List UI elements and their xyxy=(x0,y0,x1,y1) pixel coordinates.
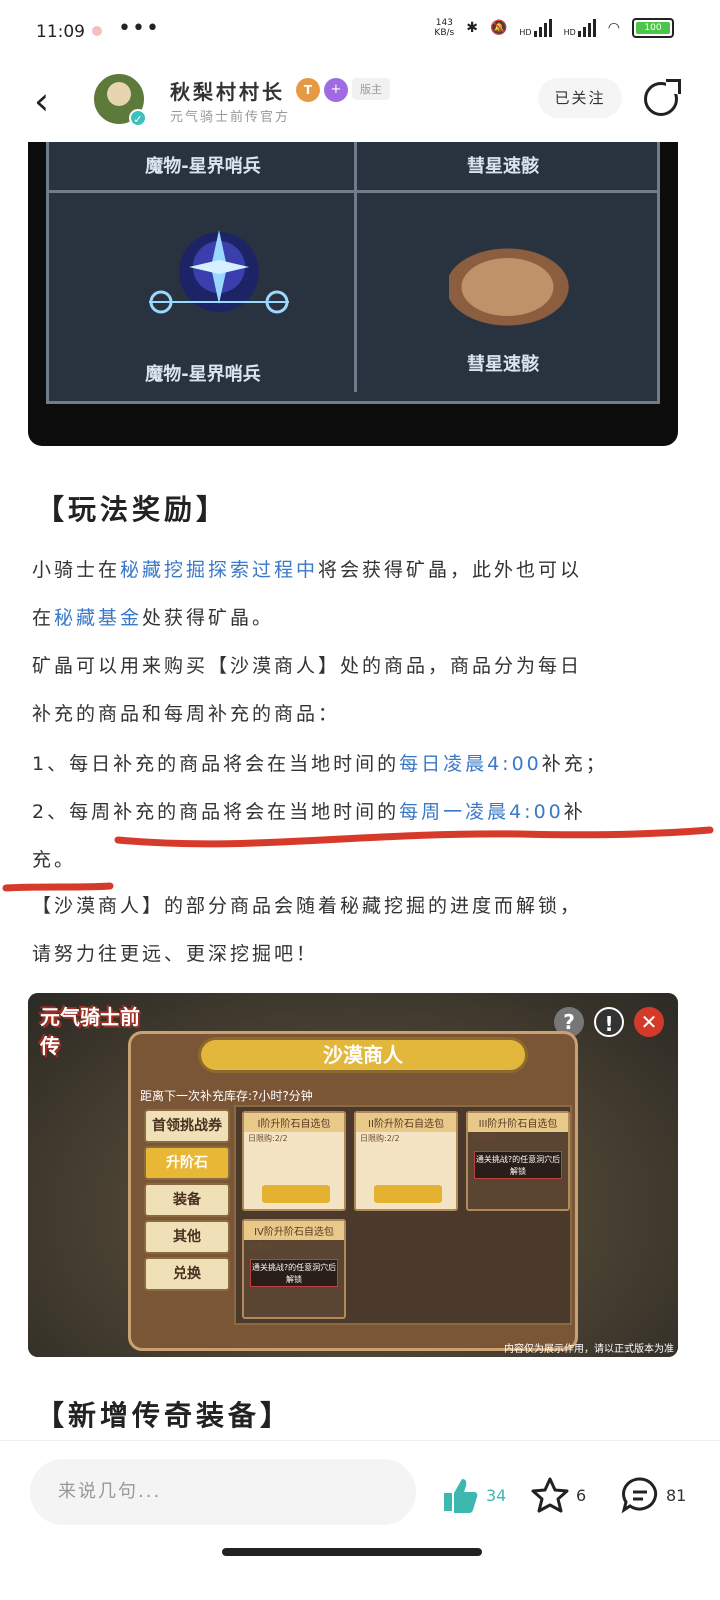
section-title: 【新增传奇装备】 xyxy=(36,1399,293,1432)
bluetooth-icon: ✱ xyxy=(466,20,478,36)
cell-caption-left: 魔物-星界哨兵 xyxy=(145,364,261,385)
shop-title: 沙漠商人 xyxy=(198,1037,528,1073)
post-header: ‹ ✓ 秋梨村村长 T + 版主 元气骑士前传官方 已关注 xyxy=(0,62,720,142)
bottom-action-bar: 来说几句... 34 6 81 xyxy=(0,1440,720,1600)
comet-rock-icon xyxy=(449,242,579,332)
buy-button xyxy=(374,1185,442,1203)
good-card: II阶升阶石自选包 日限购:2/2 xyxy=(354,1111,458,1211)
share-icon[interactable] xyxy=(644,79,681,116)
paragraph-line: 请努力往更远、更深挖掘吧！ xyxy=(32,943,319,965)
good-card-locked: III阶升阶石自选包 日限购: 通关挑战?的任意洞穴后解锁 xyxy=(466,1111,570,1211)
inline-link[interactable]: 秘藏挖掘探索过程中 xyxy=(120,559,318,581)
astral-sentinel-icon xyxy=(149,230,289,314)
good-card-locked: IV阶升阶石自选包 日限购: 通关挑战?的任意洞穴后解锁 xyxy=(242,1219,346,1319)
alert-icon: ! xyxy=(594,1007,624,1037)
cell-header-right: 彗星速骸 xyxy=(467,156,539,177)
inline-link[interactable]: 秘藏基金 xyxy=(54,607,142,629)
back-icon[interactable]: ‹ xyxy=(34,82,49,120)
tab-exchange: 兑换 xyxy=(144,1257,230,1291)
tab-equipment: 装备 xyxy=(144,1183,230,1217)
disclaimer: 内容仅为展示作用，请以正式版本为准 xyxy=(504,1344,674,1355)
goods-grid: I阶升阶石自选包 日限购:2/2 II阶升阶石自选包 日限购:2/2 III阶升阶石… xyxy=(234,1105,572,1325)
divider xyxy=(354,142,357,392)
desert-merchant-image[interactable]: 元气骑士前传 ? ! ✕ 沙漠商人 距离下一次补充库存:?小时?分钟 首领挑战券… xyxy=(28,993,678,1357)
lock-label: 通关挑战?的任意洞穴后解锁 xyxy=(474,1151,562,1179)
monster-table: 魔物-星界哨兵 彗星速骸 魔物-星界哨兵 彗星速骸 xyxy=(46,142,660,404)
cell-caption-right: 彗星速骸 xyxy=(467,354,539,375)
paragraph-line: 在秘藏基金处获得矿晶。 xyxy=(32,607,275,629)
like-button[interactable]: 34 xyxy=(440,1475,506,1515)
status-time: 11:09 xyxy=(36,22,85,42)
cell-header-left: 魔物-星界哨兵 xyxy=(145,156,261,177)
paragraph-line: 矿晶可以用来购买【沙漠商人】处的商品，商品分为每日 xyxy=(32,655,583,677)
battery-icon: 100 xyxy=(632,18,674,38)
shop-tabs: 首领挑战券 升阶石 装备 其他 兑换 xyxy=(144,1109,230,1294)
paragraph-line: 1、每日补充的商品将会在当地时间的每日凌晨4:00补充； xyxy=(32,753,608,775)
close-icon: ✕ xyxy=(634,1007,664,1037)
good-card: I阶升阶石自选包 日限购:2/2 xyxy=(242,1111,346,1211)
author-subtitle: 元气骑士前传官方 xyxy=(170,110,291,125)
more-notifications-icon: ••• xyxy=(118,16,160,41)
avatar[interactable]: ✓ xyxy=(92,72,147,127)
inline-highlight: 每日凌晨4:00 xyxy=(399,753,542,775)
author-name[interactable]: 秋梨村村长 xyxy=(170,76,285,105)
tab-upgrade-stone: 升阶石 xyxy=(144,1146,230,1180)
verified-icon: ✓ xyxy=(129,109,147,127)
divider xyxy=(49,190,659,193)
user-badge-icon: + xyxy=(324,78,348,102)
mute-icon: 🔕 xyxy=(489,20,508,36)
home-indicator[interactable] xyxy=(222,1548,482,1556)
favorite-button[interactable]: 6 xyxy=(530,1475,586,1515)
paragraph-line: 小骑士在秘藏挖掘探索过程中将会获得矿晶，此外也可以 xyxy=(32,559,583,581)
lock-label: 通关挑战?的任意洞穴后解锁 xyxy=(250,1259,338,1287)
comment-input[interactable]: 来说几句... xyxy=(30,1459,416,1525)
buy-button xyxy=(262,1185,330,1203)
follow-button[interactable]: 已关注 xyxy=(538,78,622,118)
level-badge-icon: T xyxy=(296,78,320,102)
network-speed: 143 KB/s xyxy=(434,18,455,38)
section-title: 【玩法奖励】 xyxy=(36,493,229,526)
tab-other: 其他 xyxy=(144,1220,230,1254)
star-icon xyxy=(531,1477,569,1513)
signal-icon: HD xyxy=(519,19,552,37)
moderator-badge: 版主 xyxy=(352,78,390,100)
restock-timer: 距离下一次补充库存:?小时?分钟 xyxy=(140,1089,313,1103)
thumbs-up-icon xyxy=(444,1479,478,1513)
comment-icon xyxy=(621,1477,658,1514)
paragraph-line: 【沙漠商人】的部分商品会随着秘藏挖掘的进度而解锁， xyxy=(32,895,583,917)
signal-icon-2: HD xyxy=(564,19,596,37)
notification-icon xyxy=(92,26,102,36)
wifi-icon: ◠ xyxy=(607,20,620,36)
status-bar: 11:09 ••• 143 KB/s ✱ 🔕 HD HD ◠ 100 xyxy=(0,0,720,62)
paragraph-line: 补充的商品和每周补充的商品： xyxy=(32,703,341,725)
comment-button[interactable]: 81 xyxy=(620,1475,686,1515)
monster-image[interactable]: 魔物-星界哨兵 彗星速骸 魔物-星界哨兵 彗星速骸 xyxy=(28,142,678,446)
tab-boss-ticket: 首领挑战券 xyxy=(144,1109,230,1143)
